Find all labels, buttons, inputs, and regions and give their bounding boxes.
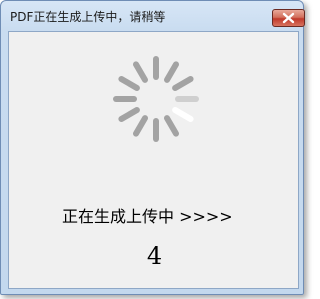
progress-counter: 4 <box>146 242 163 270</box>
close-button[interactable] <box>272 9 305 27</box>
spinner-spoke <box>172 76 194 91</box>
close-icon <box>282 12 295 24</box>
spinner-spoke <box>172 107 194 122</box>
spinner-spoke <box>118 76 140 91</box>
spinner-spoke <box>133 115 148 137</box>
window-title: PDF正在生成上传中，请稍等 <box>10 10 166 24</box>
spinner-spoke <box>133 61 148 83</box>
spinner-spoke <box>118 107 140 122</box>
spinner-spoke <box>164 115 179 137</box>
spinner-spoke <box>164 61 179 83</box>
status-message: 正在生成上传中 >>>> <box>62 207 233 226</box>
upload-progress-dialog: PDF正在生成上传中，请稍等 正在生成上传中 >>>> 4 <box>0 0 305 295</box>
title-bar[interactable]: PDF正在生成上传中，请稍等 <box>1 1 303 29</box>
dialog-content: 正在生成上传中 >>>> 4 <box>8 31 299 289</box>
